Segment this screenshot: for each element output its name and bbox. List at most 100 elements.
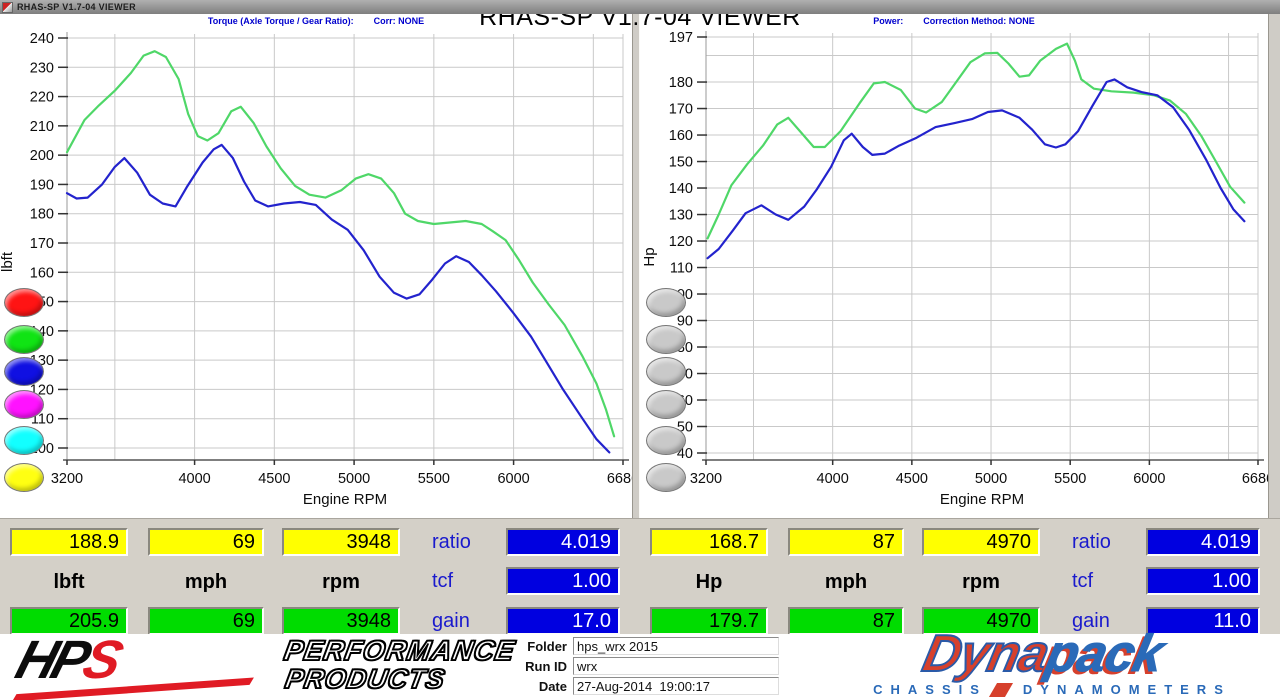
y-tick-label: 190	[30, 177, 54, 193]
window-title-bar: RHAS-SP V1.7-04 VIEWER	[0, 0, 1280, 14]
cursor-value-box: 87	[788, 528, 904, 556]
y-axis-title: lbft	[0, 251, 16, 272]
channel-button-gray[interactable]	[646, 390, 686, 419]
x-tick-label: 6000	[497, 471, 529, 487]
window-title: RHAS-SP V1.7-04 VIEWER	[17, 2, 136, 12]
dynapack-subtitle: CHASSIS DYNAMOMETERS	[842, 682, 1262, 697]
unit-label: Hp	[695, 570, 723, 593]
y-tick-label: 110	[670, 261, 693, 277]
dynapack-logo: Dynapack CHASSIS DYNAMOMETERS	[812, 624, 1274, 698]
readout-panel: 188.9 69 3948 lbft mph rpm 205.9 69 3948…	[0, 518, 1280, 635]
unit-label: rpm	[322, 570, 360, 593]
unit-label: rpm	[962, 570, 1000, 593]
date-field-row: Date	[495, 677, 779, 695]
power-chart-panel: Power: Correction Method: NONE 197 180 170 1…	[640, 14, 1268, 518]
y-tick-label: 140	[669, 181, 693, 197]
y-tick-label: 160	[669, 128, 693, 144]
channel-button-green[interactable]	[4, 325, 44, 354]
products-text: PRODUCTS	[282, 663, 449, 695]
channel-button-magenta[interactable]	[4, 390, 44, 419]
x-tick-label: 3200	[51, 471, 83, 487]
folder-label: Folder	[527, 638, 567, 654]
channel-button-cyan[interactable]	[4, 426, 44, 455]
channel-button-gray[interactable]	[646, 426, 686, 455]
stat-label-ratio: ratio	[1072, 530, 1111, 553]
x-tick-label: 6686	[607, 471, 632, 487]
stat-label-ratio: ratio	[432, 530, 471, 553]
channel-button-gray[interactable]	[646, 288, 686, 317]
channel-button-gray[interactable]	[646, 357, 686, 386]
cursor-value-box: 168.7	[650, 528, 768, 556]
y-tick-label: 230	[30, 60, 54, 76]
stat-value-box: 4.019	[506, 528, 620, 556]
ref-value-box: 179.7	[650, 607, 768, 635]
channel-button-gray[interactable]	[646, 325, 686, 354]
run-id-input[interactable]	[573, 657, 779, 675]
y-tick-label: 170	[30, 236, 54, 252]
dynapack-chassis: CHASSIS	[873, 682, 987, 697]
dynapack-dyna: Dyna	[917, 624, 1054, 684]
torque-chart-panel: Torque (Axle Torque / Gear Ratio): Corr: …	[0, 14, 632, 518]
y-tick-label: 170	[669, 102, 693, 118]
channel-button-yellow[interactable]	[4, 463, 44, 492]
stat-value-box: 4.019	[1146, 528, 1260, 556]
unit-label: mph	[184, 570, 228, 593]
y-tick-label: 220	[30, 90, 54, 106]
y-tick-label: 130	[669, 208, 693, 224]
run-id-label: Run ID	[525, 658, 567, 674]
date-input[interactable]	[573, 677, 779, 695]
x-tick-label: 4500	[258, 471, 290, 487]
cursor-value-box: 188.9	[10, 528, 128, 556]
dynapack-pack: pack	[1041, 625, 1169, 684]
performance-text: PERFORMANCE	[281, 634, 519, 667]
folder-input[interactable]	[573, 637, 779, 655]
stat-value-box: 1.00	[506, 567, 620, 595]
x-tick-label: 4500	[896, 471, 928, 487]
curve-current-run-power	[706, 78, 1246, 260]
stat-label-tcf: tcf	[432, 569, 454, 592]
channel-button-gray[interactable]	[646, 463, 686, 492]
y-tick-label: 200	[30, 148, 54, 164]
performance-products-logo: PERFORMANCE PRODUCTS	[277, 634, 519, 695]
hps-logo: HPS	[8, 630, 268, 700]
x-axis-title: Engine RPM	[303, 491, 387, 508]
y-tick-label: 197	[669, 30, 693, 46]
stat-label-tcf: tcf	[1072, 569, 1094, 592]
y-tick-label: 160	[30, 265, 54, 281]
y-tick-label: 240	[30, 31, 54, 47]
ref-value-box: 3948	[282, 607, 400, 635]
x-tick-label: 5500	[1054, 471, 1086, 487]
y-tick-label: 90	[677, 314, 693, 330]
panel-divider	[632, 14, 640, 518]
ref-value-box: 69	[148, 607, 264, 635]
cursor-value-box: 4970	[922, 528, 1040, 556]
unit-label: mph	[824, 570, 868, 593]
stat-value-box: 1.00	[1146, 567, 1260, 595]
y-tick-label: 210	[30, 119, 54, 135]
y-tick-label: 120	[669, 234, 693, 250]
y-tick-label: 180	[30, 207, 54, 223]
app-icon[interactable]	[2, 1, 13, 13]
stat-value-box: 17.0	[506, 607, 620, 635]
x-tick-label: 6000	[1133, 471, 1165, 487]
unit-label: lbft	[53, 570, 85, 593]
viewer-window: RHAS-SP V1.7-04 VIEWER RHAS-SP V1.7-04 V…	[0, 0, 1280, 700]
right-edge-strip	[1268, 14, 1280, 518]
channel-button-blue[interactable]	[4, 357, 44, 386]
x-tick-label: 4000	[178, 471, 210, 487]
cursor-value-box: 69	[148, 528, 264, 556]
x-tick-label: 6686	[1242, 471, 1268, 487]
folder-field-row: Folder	[495, 637, 779, 655]
dynapack-slash-icon	[988, 682, 1013, 697]
y-tick-label: 180	[669, 75, 693, 91]
x-tick-label: 3200	[690, 471, 722, 487]
stat-label-gain: gain	[432, 609, 470, 632]
curve-reference-run-power	[706, 42, 1246, 240]
torque-chart-svg: 2402302202102001901801701601501401301201…	[0, 31, 632, 508]
dynapack-dynamometers: DYNAMOMETERS	[1022, 682, 1231, 697]
hps-logo-text: HPS	[9, 630, 125, 690]
x-tick-label: 5000	[338, 471, 370, 487]
channel-button-red[interactable]	[4, 288, 44, 317]
x-tick-label: 5500	[418, 471, 450, 487]
x-axis-title: Engine RPM	[940, 491, 1024, 508]
